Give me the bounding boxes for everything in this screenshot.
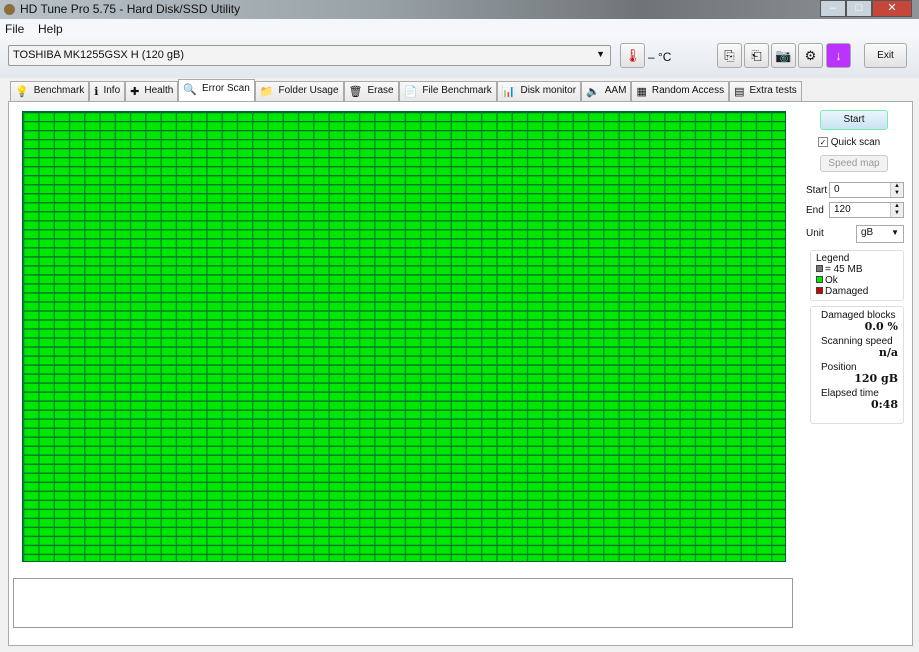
start-label: Start: [806, 185, 828, 196]
exit-button[interactable]: Exit: [864, 43, 907, 68]
legend-damaged: Damaged: [825, 286, 869, 297]
drive-select[interactable]: TOSHIBA MK1255GSX H (120 gB) ▼: [8, 45, 611, 66]
legend-title: Legend: [816, 253, 850, 264]
damaged-swatch: [816, 287, 823, 294]
unit-select[interactable]: gB ▼: [856, 225, 904, 243]
tab-icon: ℹ: [94, 86, 99, 98]
toolbar: TOSHIBA MK1255GSX H (120 gB) ▼ 🌡 – °C ⎘ ⎗…: [0, 38, 919, 78]
window-title: HD Tune Pro 5.75 - Hard Disk/SSD Utility: [20, 2, 241, 16]
close-button[interactable]: ✕: [872, 0, 912, 17]
speed-map-button[interactable]: Speed map: [820, 155, 888, 172]
end-value: 120: [834, 204, 851, 215]
tab-info[interactable]: ℹ Info: [89, 81, 126, 102]
tab-extra-tests[interactable]: ▤ Extra tests: [729, 81, 802, 102]
menu-bar: File Help: [0, 19, 919, 38]
copy-image-button[interactable]: ⎗: [744, 43, 769, 68]
checkbox-checked-icon: ✓: [818, 137, 828, 147]
position-value: 120 gB: [854, 372, 898, 385]
app-icon: [4, 4, 15, 15]
tab-icon: ▤: [734, 86, 745, 98]
quick-scan-label: Quick scan: [830, 137, 881, 148]
legend: Legend = 45 MB Ok Damaged: [810, 250, 904, 301]
unit-label: Unit: [806, 228, 824, 239]
legend-ok: Ok: [825, 275, 838, 286]
minimize-button[interactable]: –: [820, 0, 846, 17]
end-input[interactable]: 120 ▲ ▼: [829, 202, 904, 218]
start-button[interactable]: Start: [820, 110, 888, 130]
temperature: – °C: [648, 50, 672, 64]
tab-health[interactable]: ✚ Health: [125, 81, 179, 102]
unit-value: gB: [861, 227, 874, 238]
copy-text-button[interactable]: ⎘: [717, 43, 742, 68]
end-label: End: [806, 205, 824, 216]
chevron-down-icon: ▼: [891, 228, 899, 237]
tab-icon: ▦: [636, 86, 647, 98]
tab-icon: 🗑: [348, 86, 363, 98]
tab-icon: 💡: [15, 86, 29, 98]
tab-folder-usage[interactable]: 📁 Folder Usage: [254, 81, 344, 102]
menu-file[interactable]: File: [5, 22, 24, 36]
tab-label: File Benchmark: [422, 85, 492, 96]
tab-icon: 📄: [403, 86, 418, 98]
legend-block: = 45 MB: [825, 264, 863, 275]
scan-stats: Damaged blocks 0.0 % Scanning speed n/a …: [810, 306, 904, 424]
chevron-down-icon: ▼: [596, 49, 605, 59]
title-bar: HD Tune Pro 5.75 - Hard Disk/SSD Utility…: [0, 0, 919, 19]
tab-icon: 📁: [259, 86, 274, 98]
elapsed-time-value: 0:48: [870, 398, 898, 411]
tab-label: Benchmark: [33, 85, 85, 96]
scanning-speed-value: n/a: [878, 346, 898, 359]
thermometer-icon: 🌡: [620, 43, 645, 68]
tab-icon: 🔍: [183, 84, 197, 96]
tab-icon: 📊: [501, 86, 516, 98]
tab-benchmark[interactable]: 💡 Benchmark: [10, 81, 90, 102]
save-button[interactable]: ↓: [826, 43, 851, 68]
screenshot-button[interactable]: 📷: [771, 43, 796, 68]
tab-icon: ✚: [130, 86, 140, 98]
tab-erase[interactable]: 🗑 Erase: [343, 81, 399, 102]
tab-label: Disk monitor: [520, 85, 577, 96]
tab-label: Extra tests: [749, 85, 797, 96]
tab-bar: 💡 Benchmark ℹ Info ✚ Health 🔍 Error Scan 📁 Folder…: [10, 79, 802, 102]
tab-error-scan[interactable]: 🔍 Error Scan: [178, 79, 255, 102]
tab-label: Random Access: [651, 85, 725, 96]
spinner-icon[interactable]: ▲ ▼: [890, 203, 903, 217]
tab-random-access[interactable]: ▦ Random Access: [631, 81, 730, 102]
tab-label: Info: [103, 85, 121, 96]
quick-scan-checkbox[interactable]: ✓ Quick scan: [818, 137, 880, 148]
start-input[interactable]: 0 ▲ ▼: [829, 182, 904, 198]
tab-aam[interactable]: 🔈 AAM: [581, 81, 632, 102]
block-swatch: [816, 265, 823, 272]
drive-label: TOSHIBA MK1255GSX H (120 gB): [13, 49, 184, 61]
tab-label: Folder Usage: [278, 85, 339, 96]
scan-block-map: [22, 111, 786, 562]
start-value: 0: [834, 184, 840, 195]
tab-label: Error Scan: [201, 83, 250, 94]
damaged-blocks-value: 0.0 %: [864, 320, 898, 333]
tab-icon: 🔈: [586, 86, 600, 98]
tab-label: Erase: [367, 85, 394, 96]
spinner-icon[interactable]: ▲ ▼: [890, 183, 903, 197]
tab-disk-monitor[interactable]: 📊 Disk monitor: [496, 81, 582, 102]
tab-file-benchmark[interactable]: 📄 File Benchmark: [398, 81, 497, 102]
options-button[interactable]: ⚙: [798, 43, 823, 68]
tab-label: AAM: [604, 85, 627, 96]
log-area: [13, 578, 793, 628]
menu-help[interactable]: Help: [38, 22, 63, 36]
tab-label: Health: [144, 85, 174, 96]
maximize-button[interactable]: □: [846, 0, 872, 17]
ok-swatch: [816, 276, 823, 283]
